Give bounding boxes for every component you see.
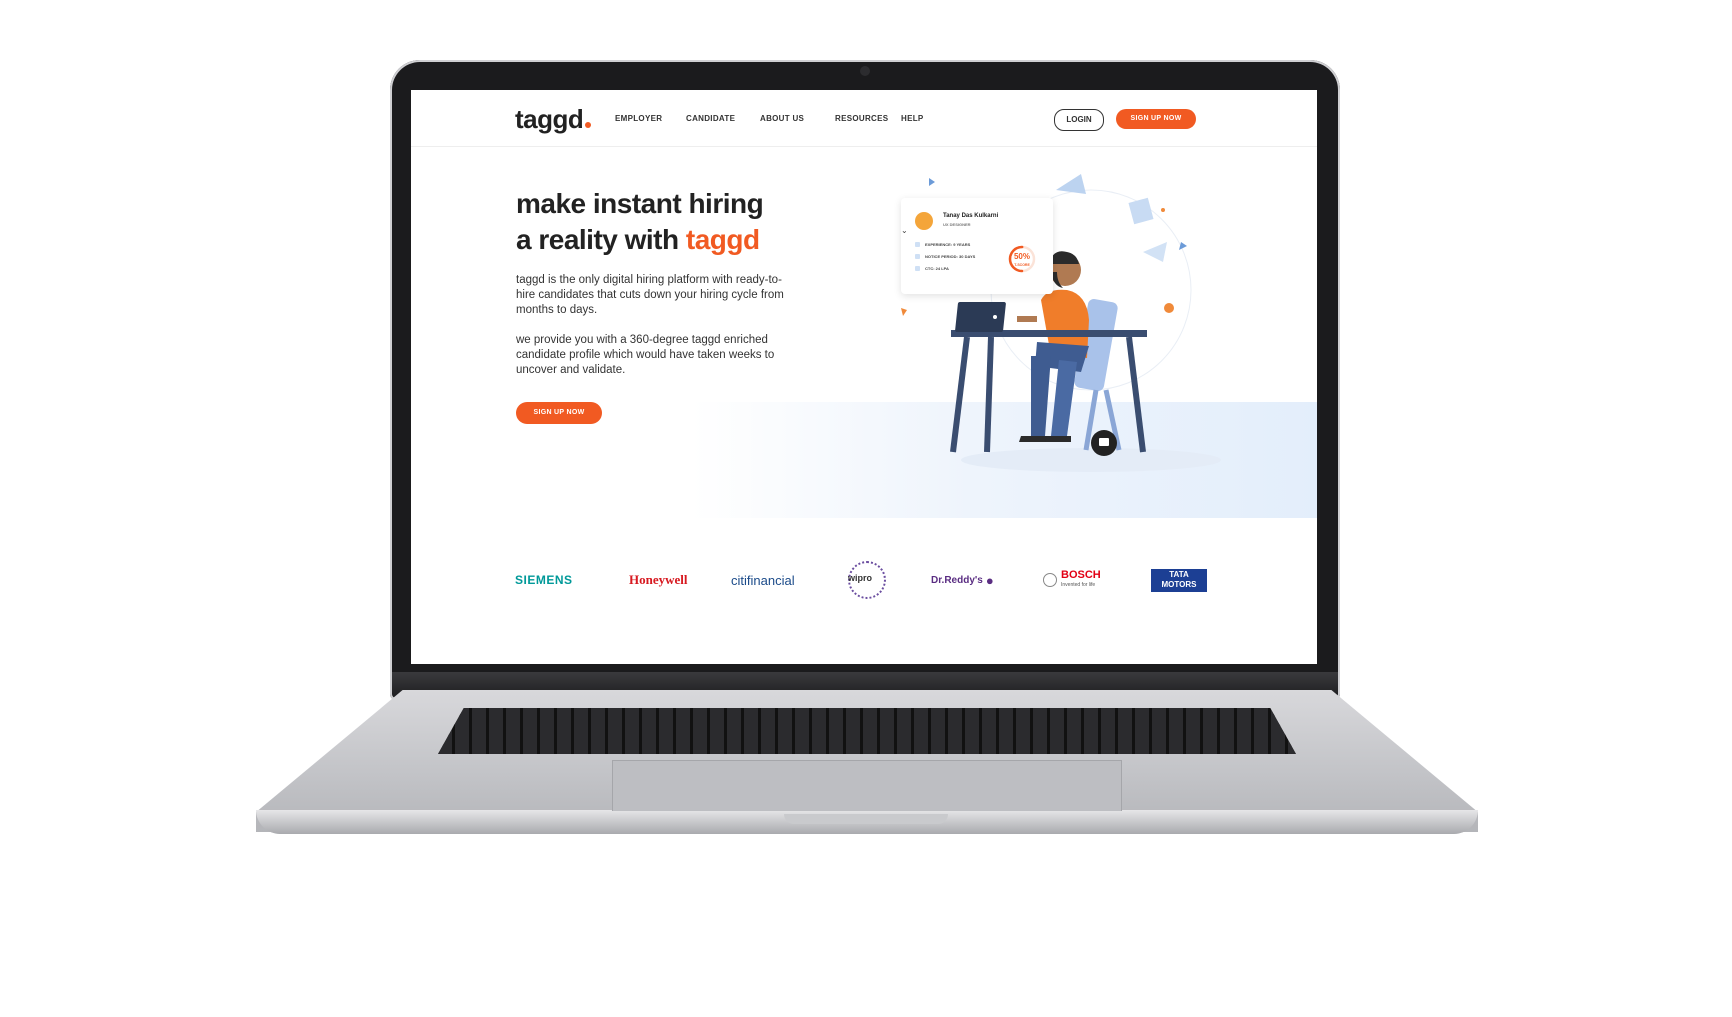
client-drreddys: Dr.Reddy's ● [931,572,994,588]
laptop-lip [784,814,948,824]
candidate-detail-row: CTC: 24 LPA [915,266,949,272]
nav-help[interactable]: HELP [901,114,924,123]
hero-title-accent: taggd [685,224,760,255]
hero-paragraph-1: taggd is the only digital hiring platfor… [516,274,784,316]
hero-title-line2: a reality with [516,224,679,255]
candidate-avatar [915,212,933,230]
client-wipro: wipro [848,560,886,600]
hero-paragraph-2: we provide you with a 360-degree taggd e… [516,334,775,376]
candidate-profile-card: Tanay Das Kulkarni UX DESIGNER ⌄ EXPERIE… [901,198,1053,294]
login-button[interactable]: LOGIN [1054,109,1104,131]
money-icon [915,266,920,272]
client-siemens: SIEMENS [515,573,573,587]
chat-button[interactable] [1091,430,1117,456]
candidate-detail-row: EXPERIENCE: 9 YEARS [915,242,970,248]
logo[interactable]: taggd [515,104,592,135]
drreddys-mark-icon: ● [985,572,994,588]
client-bosch: BOSCH Invented for life [1043,560,1101,600]
signup-hero-button[interactable]: SIGN UP NOW [516,402,602,424]
nav-resources[interactable]: RESOURCES [835,114,888,123]
candidate-role: UX DESIGNER [943,222,971,227]
tscore-label: T-SCORE [1014,263,1030,267]
hero-title-line1: make instant hiring [516,188,764,219]
nav-employer[interactable]: EMPLOYER [615,114,662,123]
client-honeywell: Honeywell [629,572,688,587]
calendar-icon [915,254,920,260]
nav-candidate[interactable]: CANDIDATE [686,114,735,123]
camera-icon [860,66,870,76]
client-tata-motors: TATA MOTORS [1151,560,1207,600]
chat-icon [1099,438,1109,446]
candidate-detail-row: NOTICE PERIOD: 30 DAYS [915,254,975,260]
logo-dot [585,122,592,128]
hero-title: make instant hiring a reality with taggd [516,186,764,258]
bosch-mark-icon [1043,573,1057,587]
tscore-value: 50% [1013,252,1030,261]
client-citifinancial: citifinancial [731,572,795,588]
trackpad [612,760,1122,811]
candidate-name: Tanay Das Kulkarni [943,213,999,219]
signup-nav-button[interactable]: SIGN UP NOW [1116,109,1196,129]
nav-about-us[interactable]: ABOUT US [760,114,804,123]
keyboard [438,708,1296,754]
screen: taggd EMPLOYER CANDIDATE ABOUT US RESOUR… [411,90,1317,664]
client-logos: SIEMENS Honeywell citifinancial wipro Dr… [411,560,1317,620]
top-nav: taggd EMPLOYER CANDIDATE ABOUT US RESOUR… [411,90,1317,147]
briefcase-icon [915,242,920,248]
chevron-down-icon: ⌄ [901,226,908,235]
